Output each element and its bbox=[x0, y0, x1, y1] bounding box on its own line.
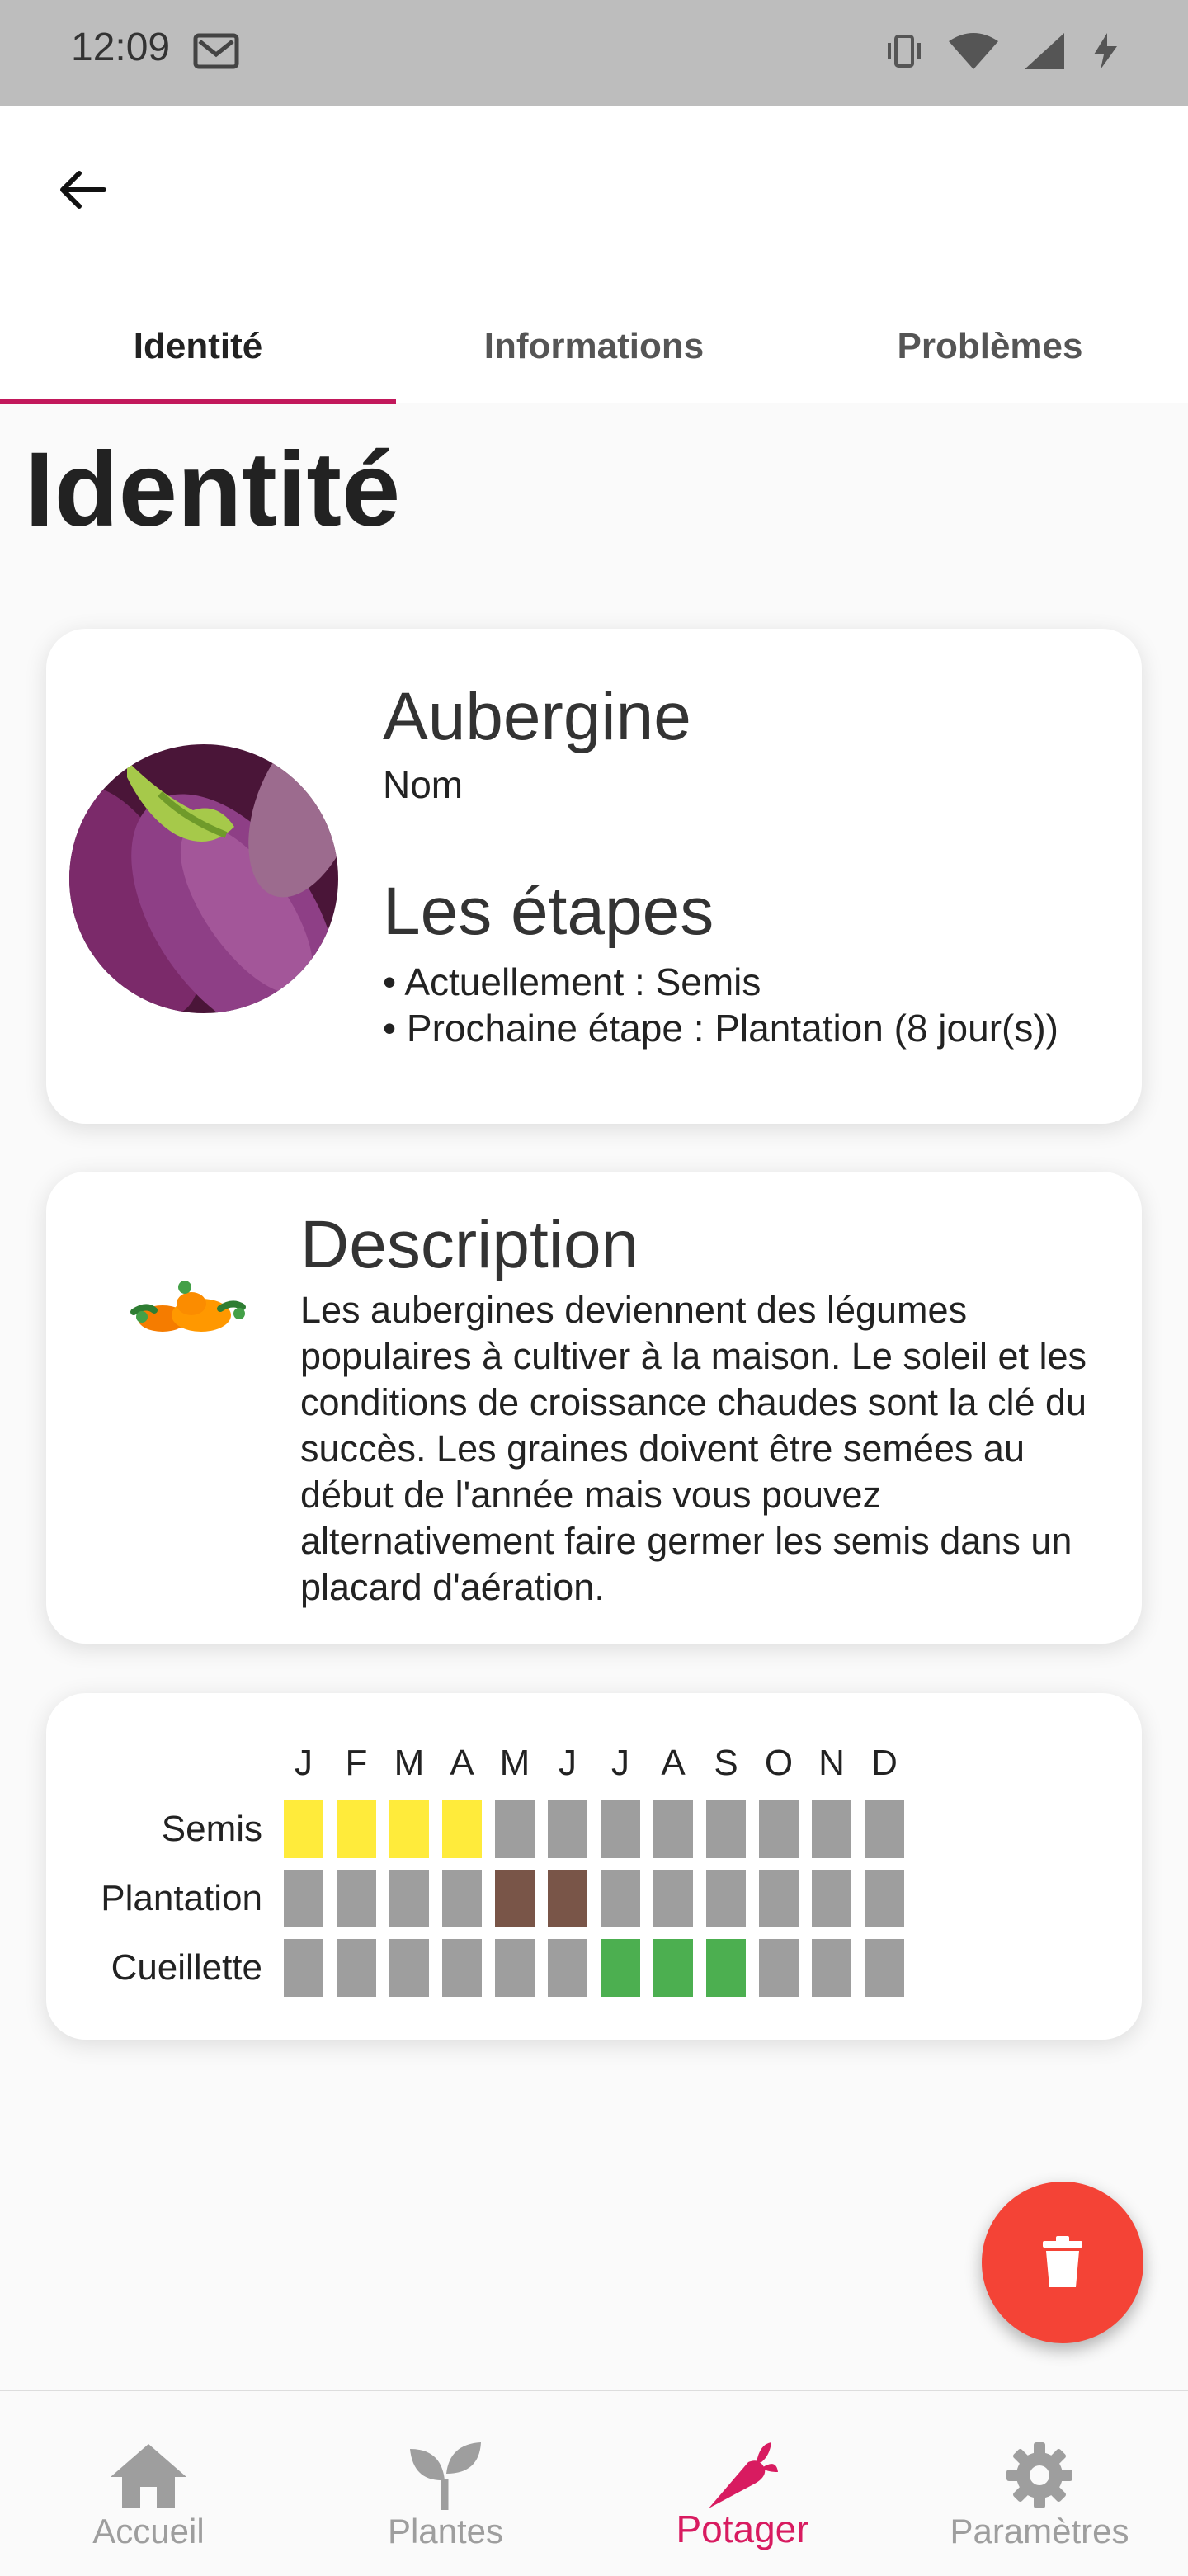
nav-potager[interactable]: Potager bbox=[594, 2391, 891, 2576]
calendar-card: J F M A M J J A S O N D Semis Plantation Cueillette bbox=[46, 1693, 1142, 2040]
calendar-month-label: O bbox=[764, 1743, 794, 1783]
plant-name-caption: Nom bbox=[383, 763, 464, 806]
calendar-month-label: A bbox=[661, 1743, 686, 1783]
calendar-cell bbox=[548, 1939, 587, 1997]
calendar-cell bbox=[442, 1800, 482, 1858]
calendar-cell bbox=[865, 1870, 904, 1927]
calendar-cell bbox=[442, 1870, 482, 1927]
calendar-row-label: Cueillette bbox=[111, 1947, 262, 1988]
trash-icon bbox=[1043, 2236, 1082, 2287]
carrot-icon bbox=[705, 2441, 780, 2514]
calendar-cell bbox=[759, 1939, 799, 1997]
calendar-month-label: M bbox=[394, 1743, 425, 1783]
calendar-cell bbox=[284, 1800, 323, 1858]
calendar-cell bbox=[495, 1939, 535, 1997]
tab-informations[interactable]: Informations bbox=[396, 289, 792, 404]
plant-photo bbox=[69, 744, 338, 1013]
battery-charging-icon bbox=[1089, 31, 1122, 75]
calendar-row-label: Plantation bbox=[101, 1878, 262, 1918]
calendar-month-label: S bbox=[714, 1743, 738, 1783]
nav-parametres[interactable]: Paramètres bbox=[891, 2391, 1188, 2576]
calendar-cell bbox=[601, 1939, 640, 1997]
status-bar: 12:09 bbox=[0, 0, 1188, 106]
calendar-cell bbox=[389, 1800, 429, 1858]
calendar-month-label: N bbox=[818, 1743, 845, 1783]
nav-label: Paramètres bbox=[950, 2512, 1129, 2550]
description-title: Description bbox=[300, 1207, 639, 1282]
calendar-cell bbox=[706, 1800, 746, 1858]
steps-title: Les étapes bbox=[383, 874, 714, 949]
status-time: 12:09 bbox=[71, 26, 171, 69]
description-text: Les aubergines deviennent des légumes po… bbox=[300, 1289, 1087, 1608]
calendar-cell bbox=[706, 1870, 746, 1927]
calendar-cell bbox=[601, 1800, 640, 1858]
gmail-icon bbox=[193, 33, 239, 73]
calendar-cell bbox=[653, 1939, 693, 1997]
tab-bar: Identité Informations Problèmes bbox=[0, 289, 1188, 404]
arrow-back-icon bbox=[60, 171, 106, 209]
page-title: Identité bbox=[25, 431, 401, 549]
calendar-cell bbox=[337, 1800, 376, 1858]
description-card: Description Les aubergines deviennent de… bbox=[46, 1172, 1142, 1644]
nav-label: Accueil bbox=[92, 2512, 205, 2550]
tab-identite[interactable]: Identité bbox=[0, 289, 396, 404]
signal-icon bbox=[1023, 31, 1066, 75]
current-step: • Actuellement : Semis bbox=[383, 960, 761, 1003]
calendar-cell bbox=[548, 1800, 587, 1858]
next-step: • Prochaine étape : Plantation (8 jour(s… bbox=[383, 1007, 1058, 1050]
calendar-cell bbox=[653, 1870, 693, 1927]
bottom-navigation: Accueil Plantes Potager Paramètres bbox=[0, 2390, 1188, 2574]
sprout-icon bbox=[408, 2441, 483, 2514]
nav-accueil[interactable]: Accueil bbox=[0, 2391, 297, 2576]
calendar-cell bbox=[759, 1870, 799, 1927]
home-icon bbox=[107, 2441, 190, 2514]
plant-name: Aubergine bbox=[383, 679, 691, 754]
calendar-cell bbox=[812, 1870, 851, 1927]
calendar-row-label: Semis bbox=[161, 1809, 262, 1849]
calendar-month-label: A bbox=[450, 1743, 474, 1783]
back-button[interactable] bbox=[50, 157, 116, 223]
calendar-cell bbox=[812, 1800, 851, 1858]
calendar-cell bbox=[706, 1939, 746, 1997]
nav-label: Plantes bbox=[387, 2512, 504, 2550]
calendar-cell bbox=[442, 1939, 482, 1997]
gear-icon bbox=[1005, 2441, 1074, 2514]
calendar-cell bbox=[865, 1800, 904, 1858]
calendar-cell bbox=[337, 1939, 376, 1997]
calendar-month-label: J bbox=[295, 1743, 313, 1783]
calendar-month-label: D bbox=[871, 1743, 898, 1783]
calendar-cell bbox=[284, 1939, 323, 1997]
calendar-month-label: M bbox=[499, 1743, 530, 1783]
calendar-cell bbox=[389, 1939, 429, 1997]
calendar-cell bbox=[389, 1870, 429, 1927]
calendar-cell bbox=[495, 1870, 535, 1927]
vegetables-icon bbox=[125, 1271, 249, 1349]
wifi-icon bbox=[947, 31, 1000, 75]
calendar-month-label: J bbox=[559, 1743, 577, 1783]
calendar-cell bbox=[495, 1800, 535, 1858]
vibrate-icon bbox=[884, 31, 924, 75]
calendar-cell bbox=[548, 1870, 587, 1927]
calendar-cell bbox=[284, 1870, 323, 1927]
delete-button[interactable] bbox=[982, 2182, 1143, 2343]
calendar-cell bbox=[337, 1870, 376, 1927]
identity-card: Aubergine Nom Les étapes • Actuellement … bbox=[46, 629, 1142, 1124]
calendar-cell bbox=[653, 1800, 693, 1858]
nav-label: Potager bbox=[676, 2508, 809, 2550]
calendar-cell bbox=[759, 1800, 799, 1858]
calendar-cell bbox=[812, 1939, 851, 1997]
tab-problemes[interactable]: Problèmes bbox=[792, 289, 1188, 404]
calendar-month-label: F bbox=[345, 1743, 368, 1783]
calendar-cell bbox=[601, 1870, 640, 1927]
status-icons bbox=[884, 31, 1122, 75]
calendar-month-label: J bbox=[611, 1743, 629, 1783]
calendar-cell bbox=[865, 1939, 904, 1997]
nav-plantes[interactable]: Plantes bbox=[297, 2391, 594, 2576]
